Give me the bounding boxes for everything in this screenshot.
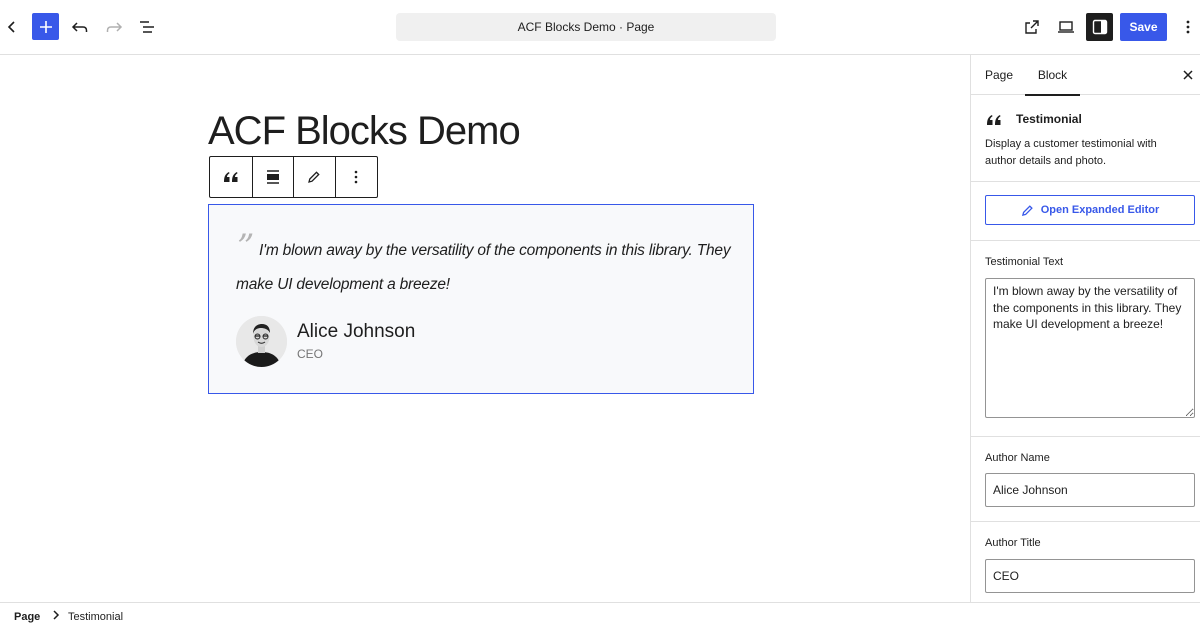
testimonial-quote-text: I'm blown away by the versatility of the… xyxy=(236,242,731,293)
tab-page[interactable]: Page xyxy=(985,55,1013,95)
align-icon xyxy=(266,170,279,184)
redo-icon xyxy=(106,22,123,32)
chevron-right-icon xyxy=(52,609,60,624)
editor-header: ACF Blocks Demo · Page Save xyxy=(0,0,1200,55)
expanded-editor-panel: Open Expanded Editor xyxy=(971,182,1200,241)
more-vertical-icon xyxy=(354,170,358,184)
edit-pencil-icon xyxy=(1021,204,1033,216)
redo-button[interactable] xyxy=(102,13,126,41)
page-title[interactable]: ACF Blocks Demo xyxy=(208,109,521,154)
testimonial-text-field[interactable]: I'm blown away by the versatility of the… xyxy=(985,278,1195,418)
open-expanded-editor-label: Open Expanded Editor xyxy=(1040,204,1160,216)
chevron-left-icon xyxy=(7,21,15,33)
breadcrumb-item-testimonial[interactable]: Testimonial xyxy=(68,611,123,623)
testimonial-block[interactable]: ” I'm blown away by the versatility of t… xyxy=(208,204,754,394)
list-view-icon xyxy=(140,21,154,33)
undo-icon xyxy=(71,22,88,32)
quote-icon xyxy=(223,172,238,182)
view-page-button[interactable] xyxy=(1020,13,1044,41)
close-sidebar-button[interactable] xyxy=(1179,66,1197,84)
plus-icon xyxy=(39,20,52,33)
settings-sidebar: Page Block Testimonial Display a custome… xyxy=(970,55,1200,602)
block-card: Testimonial Display a customer testimoni… xyxy=(971,95,1200,182)
external-link-icon xyxy=(1025,20,1039,34)
author-name-label: Author Name xyxy=(985,452,1050,464)
author-name: Alice Johnson xyxy=(297,321,416,342)
edit-pencil-icon xyxy=(308,171,320,183)
block-options-button[interactable] xyxy=(336,157,378,197)
author-title: CEO xyxy=(297,347,324,361)
block-type-button[interactable] xyxy=(210,157,253,197)
options-menu-button[interactable] xyxy=(1178,13,1198,41)
editor-canvas: ACF Blocks Demo ” I'm blown away by the … xyxy=(0,55,970,602)
author-title-field[interactable] xyxy=(985,559,1195,593)
testimonial-text-panel: Testimonial Text I'm blown away by the v… xyxy=(971,241,1200,437)
avatar xyxy=(236,316,287,367)
author-name-panel: Author Name xyxy=(971,437,1200,522)
sidebar-panel-icon xyxy=(1092,19,1107,35)
open-expanded-editor-button[interactable]: Open Expanded Editor xyxy=(985,195,1195,225)
tab-block[interactable]: Block xyxy=(1025,55,1080,96)
document-title-bar[interactable]: ACF Blocks Demo · Page xyxy=(396,13,776,41)
save-button[interactable]: Save xyxy=(1120,13,1167,41)
block-card-title: Testimonial xyxy=(1016,112,1082,126)
close-icon xyxy=(1183,70,1193,80)
back-button[interactable] xyxy=(2,13,22,41)
undo-button[interactable] xyxy=(68,13,92,41)
testimonial-text-label: Testimonial Text xyxy=(985,256,1064,268)
block-toolbar xyxy=(209,156,378,198)
author-photo-icon xyxy=(236,316,287,367)
author-title-label: Author Title xyxy=(985,537,1041,549)
quote-icon xyxy=(985,109,1003,131)
breadcrumb: Page Testimonial xyxy=(0,602,1200,630)
author-name-field[interactable] xyxy=(985,473,1195,507)
align-button[interactable] xyxy=(253,157,294,197)
edit-button[interactable] xyxy=(294,157,336,197)
laptop-icon xyxy=(1058,21,1074,33)
add-block-button[interactable] xyxy=(32,13,59,40)
author-title-panel: Author Title xyxy=(971,522,1200,602)
sidebar-tabs: Page Block xyxy=(971,55,1200,96)
block-card-description: Display a customer testimonial with auth… xyxy=(985,138,1157,167)
settings-sidebar-toggle[interactable] xyxy=(1086,13,1113,41)
list-view-button[interactable] xyxy=(135,13,159,41)
more-vertical-icon xyxy=(1186,20,1190,34)
breadcrumb-item-page[interactable]: Page xyxy=(14,611,40,623)
device-preview-button[interactable] xyxy=(1054,13,1078,41)
